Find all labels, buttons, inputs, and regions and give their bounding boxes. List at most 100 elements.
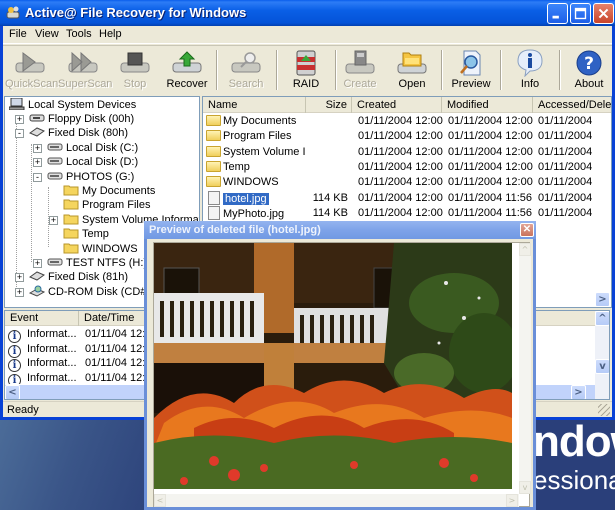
log-datetime: 01/11/04 12:1 (85, 342, 152, 355)
expand-toggle[interactable]: + (15, 115, 24, 124)
column-event[interactable]: Event (5, 311, 79, 326)
expand-toggle[interactable]: + (33, 259, 42, 268)
tree-root[interactable]: Local System Devices (9, 98, 136, 112)
column-accessed[interactable]: Accessed/Deleted (533, 97, 611, 113)
expand-toggle[interactable]: + (33, 143, 42, 153)
log-datetime: 01/11/04 12:1 (85, 328, 152, 340)
preview-button[interactable]: Preview (446, 49, 496, 93)
desktop-logo-subtext: essiona (533, 465, 615, 495)
partition-icon (47, 258, 63, 266)
preview-vertical-scrollbar[interactable]: ^ v (519, 243, 531, 494)
column-modified[interactable]: Modified (442, 97, 533, 113)
scroll-left-button[interactable]: < (5, 385, 20, 399)
app-icon (6, 6, 20, 19)
info-icon (517, 49, 543, 77)
about-button[interactable]: ? About (564, 49, 614, 93)
scroll-right-button[interactable]: > (571, 385, 586, 399)
scroll-up-button[interactable]: ^ (595, 311, 609, 326)
column-created[interactable]: Created (352, 97, 442, 113)
tree-node[interactable]: + TEST NTFS (H:) (33, 256, 147, 270)
tree-node[interactable]: - PHOTOS (G:) (33, 170, 134, 184)
log-vertical-scrollbar[interactable]: ^ v (595, 311, 609, 399)
desktop-logo-text: ndow (533, 417, 615, 466)
stop-icon (120, 52, 150, 73)
menu-help[interactable]: Help (99, 28, 122, 40)
menu-tools[interactable]: Tools (66, 28, 92, 40)
tree-node[interactable]: Program Files (63, 198, 150, 212)
tree-node[interactable]: + Local Disk (D:) (33, 155, 138, 169)
file-row[interactable]: MyPhoto.jpg 114 KB 01/11/2004 12:00 01/11/2… (203, 205, 611, 221)
collapse-toggle[interactable]: - (33, 172, 42, 182)
log-row[interactable]: i Informat... 01/11/04 12:1 (5, 356, 151, 372)
file-row[interactable]: System Volume I... 01/11/2004 12:00 01/11/… (203, 145, 611, 160)
status-text: Ready (7, 404, 39, 416)
expand-toggle[interactable]: + (49, 215, 58, 225)
log-event: Informat... (27, 328, 77, 340)
preview-title-bar[interactable]: Preview of deleted file (hotel.jpg) ✕ (144, 221, 536, 239)
file-created: 01/11/2004 12:00 (358, 206, 443, 219)
file-row[interactable]: WINDOWS 01/11/2004 12:00 01/11/2004 12:00 0… (203, 175, 611, 190)
preview-scroll-up-button[interactable]: ^ (519, 243, 531, 256)
folder-icon (63, 228, 79, 239)
expand-toggle[interactable]: + (33, 158, 42, 168)
file-row[interactable]: Program Files 01/11/2004 12:00 01/11/2004 … (203, 129, 611, 144)
collapse-toggle[interactable]: - (15, 129, 24, 139)
preview-close-button[interactable]: ✕ (520, 223, 534, 237)
file-created: 01/11/2004 12:00 (358, 160, 443, 173)
hard-disk-icon (29, 127, 45, 137)
file-accessed: 01/11/2004 (538, 191, 593, 204)
search-button[interactable]: Search (221, 49, 271, 93)
raid-button[interactable]: RAID (281, 49, 331, 93)
superscan-button[interactable]: SuperScan (58, 49, 112, 93)
close-button[interactable] (593, 3, 614, 24)
column-size[interactable]: Size (306, 97, 352, 113)
tree-node[interactable]: + CD-ROM Disk (CD#0) (15, 285, 156, 299)
floppy-drive-icon (29, 114, 45, 122)
tree-node[interactable]: + Fixed Disk (81h) (15, 270, 128, 284)
file-name: WINDOWS (223, 176, 279, 189)
tree-node[interactable]: My Documents (63, 184, 155, 198)
list-scroll-right-button[interactable]: > (595, 292, 610, 307)
tree-node[interactable]: + Floppy Disk (00h) (15, 112, 134, 126)
preview-scroll-down-button[interactable]: v (519, 481, 531, 494)
preview-scroll-left-button[interactable]: < (154, 494, 166, 507)
file-created: 01/11/2004 12:00 (358, 145, 443, 158)
tree-node[interactable]: + Local Disk (C:) (33, 141, 138, 155)
expand-toggle[interactable]: + (15, 287, 24, 297)
maximize-button[interactable] (570, 3, 591, 24)
tree-node[interactable]: WINDOWS (63, 242, 138, 256)
expand-toggle[interactable]: + (15, 273, 24, 283)
file-row[interactable]: hotel.jpg 114 KB 01/11/2004 12:00 01/11/200… (203, 190, 611, 206)
file-row[interactable]: My Documents 01/11/2004 12:00 01/11/2004 1… (203, 114, 611, 129)
resize-grip[interactable] (598, 404, 610, 416)
recover-button[interactable]: Recover (162, 49, 212, 93)
tree-node[interactable]: Temp (63, 227, 109, 241)
column-name[interactable]: Name (203, 97, 306, 113)
file-modified: 01/11/2004 11:56 (448, 206, 533, 219)
file-accessed: 01/11/2004 (538, 206, 593, 219)
stop-button[interactable]: Stop (110, 49, 160, 93)
file-row[interactable]: Temp 01/11/2004 12:00 01/11/2004 12:00 01/1… (203, 160, 611, 175)
open-button[interactable]: Open (387, 49, 437, 93)
quickscan-icon (15, 52, 45, 73)
title-bar[interactable]: Active@ File Recovery for Windows (0, 0, 615, 26)
toolbar-separator (216, 50, 218, 90)
info-button[interactable]: Info (505, 49, 555, 93)
folder-icon (206, 115, 221, 126)
minimize-button[interactable] (547, 3, 568, 24)
scroll-down-button[interactable]: v (595, 359, 609, 374)
quickscan-button[interactable]: QuickScan (5, 49, 58, 93)
partition-icon (47, 157, 63, 165)
preview-scroll-right-button[interactable]: > (506, 494, 518, 507)
create-button[interactable]: Create (335, 49, 385, 93)
preview-horizontal-scrollbar[interactable]: < > (154, 494, 519, 507)
menu-view[interactable]: View (35, 28, 59, 40)
cdrom-icon (29, 285, 45, 297)
log-row[interactable]: i Informat... 01/11/04 12:1 (5, 342, 151, 358)
tree-node[interactable]: - Fixed Disk (80h) (15, 126, 128, 140)
menu-file[interactable]: File (9, 28, 27, 40)
partition-icon (47, 143, 63, 151)
svg-text:?: ? (584, 54, 594, 74)
log-row[interactable]: i Informat... 01/11/04 12:1 (5, 327, 151, 343)
raid-icon (296, 50, 316, 76)
